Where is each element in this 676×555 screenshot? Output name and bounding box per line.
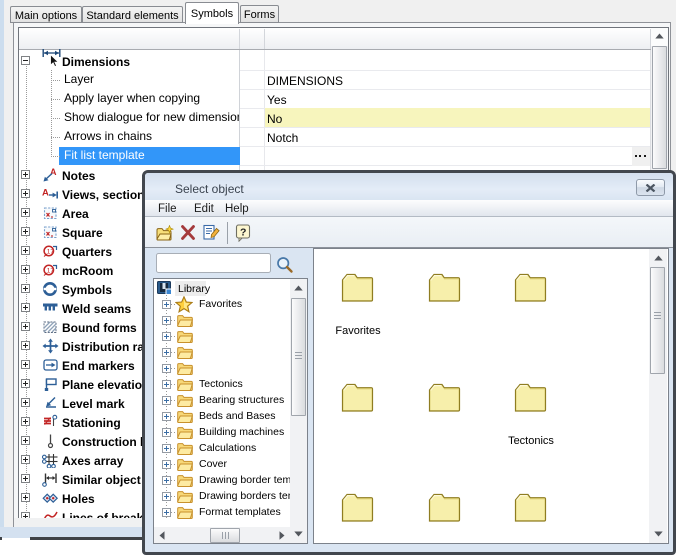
svg-text:?: ? — [240, 227, 246, 239]
svg-text:17: 17 — [47, 248, 55, 255]
svg-text:A: A — [42, 187, 49, 198]
svg-text:A: A — [50, 167, 57, 177]
svg-text:17: 17 — [47, 267, 55, 274]
